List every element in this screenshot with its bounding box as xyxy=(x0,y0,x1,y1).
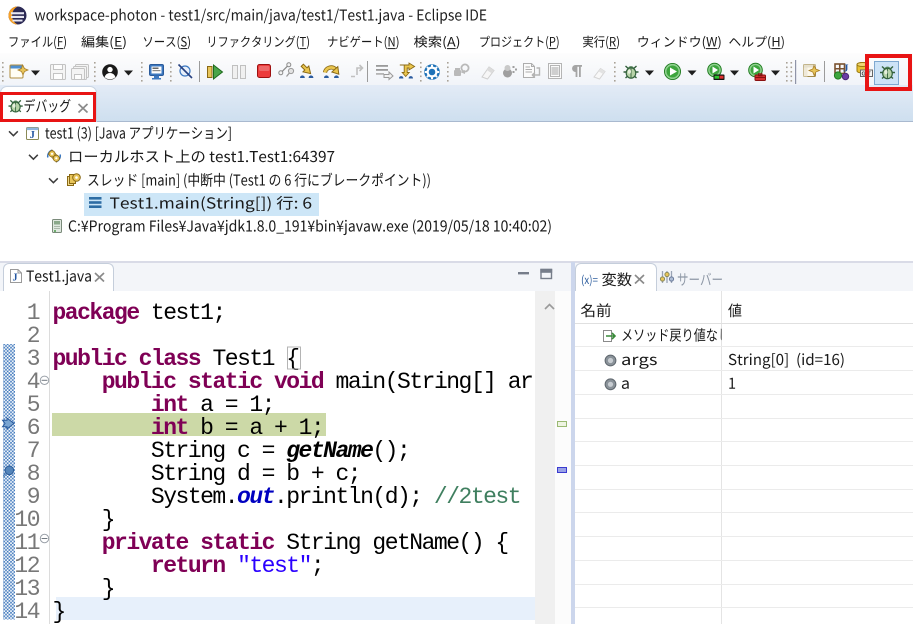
svg-text:J: J xyxy=(843,63,849,75)
svg-text:J: J xyxy=(13,273,18,284)
svg-text:J: J xyxy=(30,130,35,141)
